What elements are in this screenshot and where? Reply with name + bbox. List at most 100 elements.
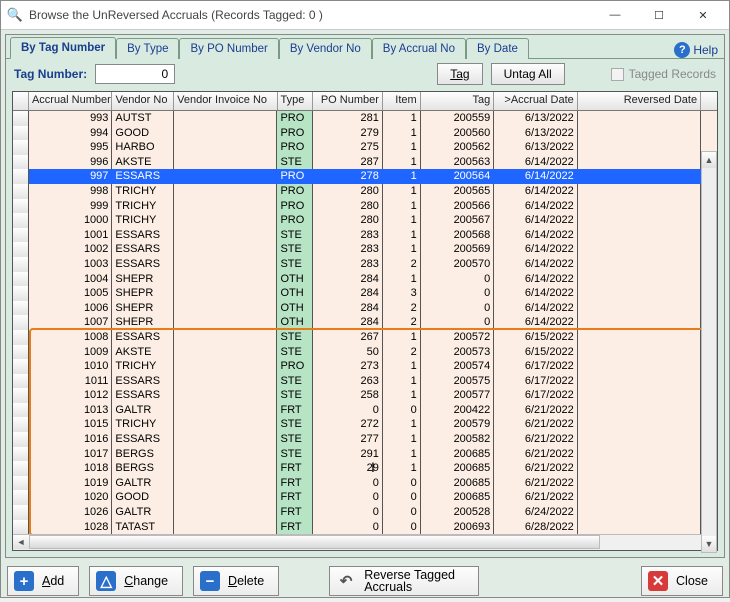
cell-accrual: 1015	[29, 417, 113, 432]
cell-tag: 200563	[421, 155, 495, 170]
cell-vendor-invoice	[174, 169, 277, 184]
table-row[interactable]: 1007SHEPROTH284206/14/2022	[13, 315, 717, 330]
cell-type: OTH	[277, 315, 313, 330]
table-row[interactable]: 1005SHEPROTH284306/14/2022	[13, 286, 717, 301]
cell-reversed-date	[578, 447, 701, 462]
cell-vendor-invoice	[174, 417, 277, 432]
cell-type: FRT	[277, 505, 313, 520]
table-row[interactable]: 996AKSTESTE28712005636/14/2022	[13, 155, 717, 170]
tag-number-input[interactable]	[95, 64, 175, 84]
row-marker	[13, 272, 29, 287]
col-accrual-number[interactable]: Accrual Number	[29, 92, 113, 110]
cell-tag: 200574	[421, 359, 495, 374]
reverse-tagged-button[interactable]: ↶ Reverse Tagged Accruals	[329, 566, 479, 596]
cell-po: 0	[313, 505, 383, 520]
table-row[interactable]: 1013GALTRFRT002004226/21/2022	[13, 403, 717, 418]
cell-po: 291	[313, 447, 383, 462]
tab-by-type[interactable]: By Type	[116, 38, 179, 59]
cell-reversed-date	[578, 476, 701, 491]
table-row[interactable]: 1015TRICHYSTE27212005796/21/2022	[13, 417, 717, 432]
data-grid[interactable]: Accrual Number Vendor No Vendor Invoice …	[12, 91, 718, 551]
scroll-down-icon[interactable]: ▼	[702, 536, 716, 552]
grid-body[interactable]: 993AUTSTPRO28112005596/13/2022994GOODPRO…	[13, 111, 717, 534]
vertical-scrollbar[interactable]: ▲ ▼	[701, 151, 717, 553]
tab-by-date[interactable]: By Date	[466, 38, 529, 59]
row-marker	[13, 155, 29, 170]
row-marker	[13, 330, 29, 345]
cell-tag: 200565	[421, 184, 495, 199]
untag-all-button[interactable]: Untag All	[491, 63, 565, 85]
table-row[interactable]: 997ESSARSPRO27812005646/14/2022	[13, 169, 717, 184]
table-row[interactable]: 1001ESSARSSTE28312005686/14/2022	[13, 228, 717, 243]
tab-by-po-number[interactable]: By PO Number	[179, 38, 278, 59]
table-row[interactable]: 1004SHEPROTH284106/14/2022	[13, 272, 717, 287]
cell-type: STE	[277, 388, 313, 403]
help-button[interactable]: ? Help	[674, 42, 718, 58]
table-row[interactable]: 1003ESSARSSTE28322005706/14/2022	[13, 257, 717, 272]
table-row[interactable]: 999TRICHYPRO28012005666/14/2022	[13, 199, 717, 214]
table-row[interactable]: 1018BERGSFRT2912006856/21/2022	[13, 461, 717, 476]
table-row[interactable]: 993AUTSTPRO28112005596/13/2022	[13, 111, 717, 126]
row-marker	[13, 505, 29, 520]
tab-by-vendor-no[interactable]: By Vendor No	[279, 38, 372, 59]
hscroll-thumb[interactable]	[29, 535, 600, 549]
horizontal-scrollbar[interactable]: ◄ ►	[13, 534, 717, 550]
col-type[interactable]: Type	[278, 92, 314, 110]
cell-tag: 0	[421, 286, 495, 301]
table-row[interactable]: 1009AKSTESTE5022005736/15/2022	[13, 345, 717, 360]
scroll-left-icon[interactable]: ◄	[13, 535, 29, 549]
table-row[interactable]: 1026GALTRFRT002005286/24/2022	[13, 505, 717, 520]
table-row[interactable]: 1006SHEPROTH284206/14/2022	[13, 301, 717, 316]
cell-po: 284	[313, 301, 383, 316]
cell-vendor-invoice	[174, 301, 277, 316]
table-row[interactable]: 1002ESSARSSTE28312005696/14/2022	[13, 242, 717, 257]
cell-item: 1	[383, 228, 421, 243]
table-row[interactable]: 1017BERGSSTE29112006856/21/2022	[13, 447, 717, 462]
close-window-button[interactable]: ✕	[681, 1, 725, 29]
tab-by-tag-number[interactable]: By Tag Number	[10, 37, 116, 59]
cell-accrual-date: 6/14/2022	[494, 286, 578, 301]
table-row[interactable]: 1016ESSARSSTE27712005826/21/2022	[13, 432, 717, 447]
cell-vendor-invoice	[174, 315, 277, 330]
table-row[interactable]: 1000TRICHYPRO28012005676/14/2022	[13, 213, 717, 228]
add-button[interactable]: + Add	[7, 566, 79, 596]
cell-tag: 200693	[421, 520, 495, 535]
col-tag[interactable]: Tag	[421, 92, 495, 110]
table-row[interactable]: 1012ESSARSSTE25812005776/17/2022	[13, 388, 717, 403]
cell-accrual-date: 6/14/2022	[494, 315, 578, 330]
cell-accrual: 1011	[29, 374, 113, 389]
col-reversed-date[interactable]: Reversed Date	[578, 92, 701, 110]
table-row[interactable]: 1011ESSARSSTE26312005756/17/2022	[13, 374, 717, 389]
table-row[interactable]: 1028TATASTFRT002006936/28/2022	[13, 520, 717, 535]
row-marker	[13, 111, 29, 126]
table-row[interactable]: 995HARBOPRO27512005626/13/2022	[13, 140, 717, 155]
table-row[interactable]: 1008ESSARSSTE26712005726/15/2022	[13, 330, 717, 345]
col-accrual-date[interactable]: >Accrual Date	[494, 92, 578, 110]
delete-button[interactable]: − Delete	[193, 566, 279, 596]
tag-button[interactable]: Tag	[437, 63, 482, 85]
cell-vendor: TRICHY	[112, 359, 174, 374]
tagged-records-checkbox[interactable]: Tagged Records	[611, 67, 716, 81]
cell-accrual-date: 6/13/2022	[494, 140, 578, 155]
table-row[interactable]: 994GOODPRO27912005606/13/2022	[13, 126, 717, 141]
col-item[interactable]: Item	[383, 92, 421, 110]
cell-tag: 200567	[421, 213, 495, 228]
change-button[interactable]: △ Change	[89, 566, 183, 596]
close-button[interactable]: ✕ Close	[641, 566, 723, 596]
cell-accrual-date: 6/15/2022	[494, 345, 578, 360]
tab-by-accrual-no[interactable]: By Accrual No	[372, 38, 466, 59]
cell-accrual: 994	[29, 126, 113, 141]
cell-po: 267	[313, 330, 383, 345]
col-vendor-no[interactable]: Vendor No	[112, 92, 174, 110]
table-row[interactable]: 1019GALTRFRT002006856/21/2022	[13, 476, 717, 491]
col-po-number[interactable]: PO Number	[313, 92, 383, 110]
table-row[interactable]: 1020GOODFRT002006856/21/2022	[13, 490, 717, 505]
col-vendor-invoice-no[interactable]: Vendor Invoice No	[174, 92, 277, 110]
minimize-button[interactable]: —	[593, 1, 637, 29]
hscroll-track[interactable]	[29, 535, 701, 550]
table-row[interactable]: 998TRICHYPRO28012005656/14/2022	[13, 184, 717, 199]
scroll-up-icon[interactable]: ▲	[702, 152, 716, 168]
maximize-button[interactable]: ☐	[637, 1, 681, 29]
cell-vendor: ESSARS	[112, 330, 174, 345]
table-row[interactable]: 1010TRICHYPRO27312005746/17/2022	[13, 359, 717, 374]
